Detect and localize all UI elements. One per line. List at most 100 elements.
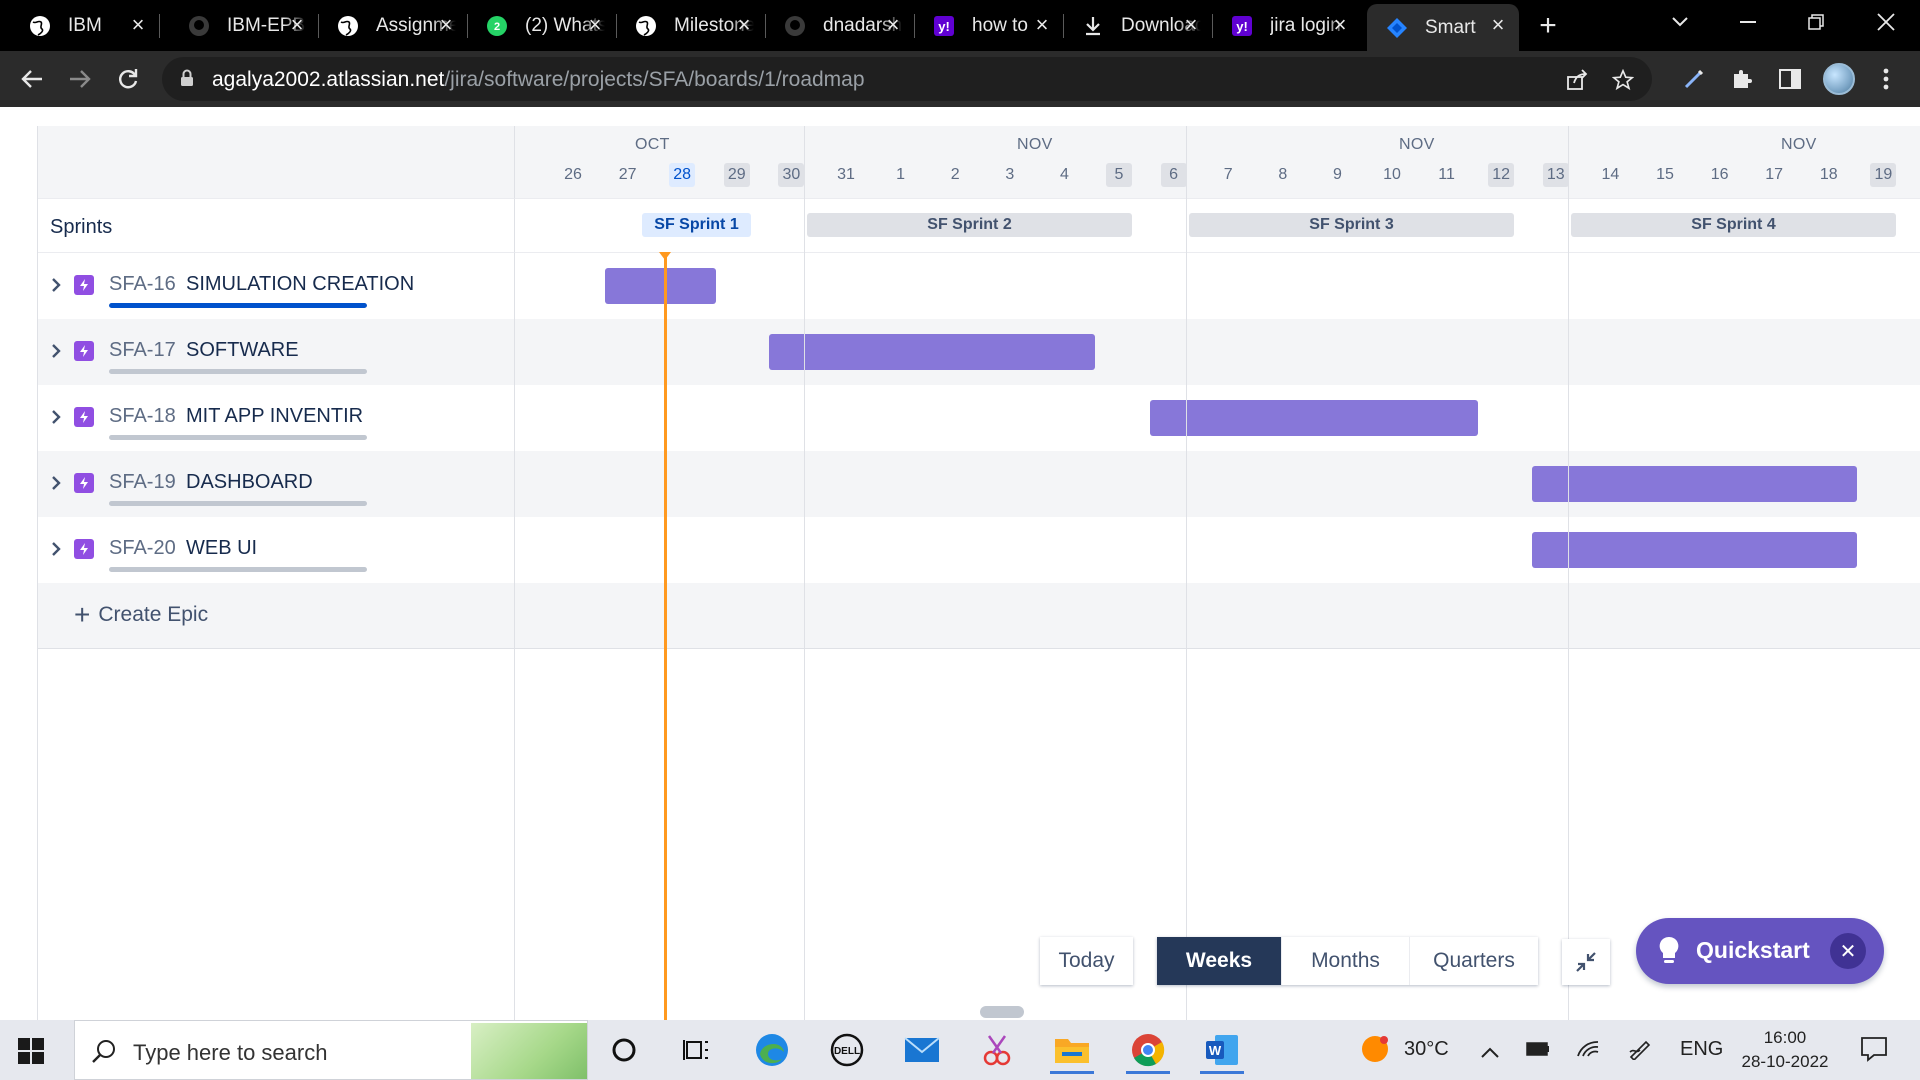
word-icon[interactable]: W <box>1198 1026 1246 1074</box>
close-tab-icon[interactable]: × <box>584 12 606 37</box>
epic-row-label[interactable]: SFA-18 MIT APP INVENTIR <box>38 385 515 451</box>
epic-row-label[interactable]: SFA-19 DASHBOARD <box>38 451 515 517</box>
pen-workspace-icon[interactable] <box>1628 1038 1652 1066</box>
close-tab-icon[interactable]: × <box>1031 12 1053 37</box>
edge-icon[interactable] <box>748 1026 796 1074</box>
minimize-icon[interactable] <box>1718 0 1778 44</box>
close-tab-icon[interactable]: × <box>733 12 755 37</box>
create-epic-button[interactable]: + Create Epic <box>74 601 208 629</box>
day-label: 26 <box>564 166 582 183</box>
epic-row-label[interactable]: SFA-17 SOFTWARE <box>38 319 515 385</box>
cortana-icon[interactable] <box>600 1026 648 1074</box>
taskbar-search-box[interactable]: Type here to search <box>74 1020 588 1080</box>
file-explorer-icon[interactable] <box>1048 1026 1096 1074</box>
epic-name[interactable]: MIT APP INVENTIR <box>186 405 363 428</box>
close-tab-icon[interactable]: × <box>1329 12 1351 37</box>
exit-fullscreen-button[interactable] <box>1562 939 1610 985</box>
chrome-icon[interactable] <box>1124 1026 1172 1074</box>
battery-icon[interactable] <box>1526 1040 1550 1063</box>
close-tab-icon[interactable]: × <box>1487 12 1509 37</box>
epic-row-label[interactable]: SFA-20 WEB UI <box>38 517 515 583</box>
profile-avatar[interactable] <box>1823 63 1855 95</box>
extensions-puzzle-icon[interactable] <box>1726 63 1758 95</box>
epic-row-label[interactable]: SFA-16 SIMULATION CREATION <box>38 253 515 319</box>
tab-search-icon[interactable] <box>1650 0 1710 44</box>
side-panel-icon[interactable] <box>1774 63 1806 95</box>
snipping-tool-icon[interactable] <box>973 1026 1021 1074</box>
clock[interactable]: 16:00 28-10-2022 <box>1730 1026 1840 1074</box>
notification-icon[interactable] <box>1860 1036 1888 1068</box>
restore-icon[interactable] <box>1786 0 1846 44</box>
months-button[interactable]: Months <box>1282 937 1410 985</box>
forward-icon[interactable] <box>64 63 96 95</box>
weather-icon[interactable] <box>1360 1034 1390 1070</box>
sprint-chip[interactable]: SF Sprint 1 <box>642 213 751 237</box>
browser-tab[interactable]: Download × <box>1063 4 1212 48</box>
task-view-icon[interactable] <box>672 1026 720 1074</box>
browser-menu-icon[interactable] <box>1870 63 1902 95</box>
close-tab-icon[interactable]: × <box>127 12 149 37</box>
quarters-button[interactable]: Quarters <box>1410 937 1538 985</box>
epic-name[interactable]: SIMULATION CREATION <box>186 273 414 296</box>
chevron-right-icon[interactable] <box>46 341 66 361</box>
epic-key[interactable]: SFA-18 <box>109 405 176 428</box>
quickstart-close-icon[interactable]: ✕ <box>1830 933 1866 969</box>
weather-temperature[interactable]: 30°C <box>1404 1038 1449 1061</box>
epic-timeline-bar[interactable] <box>769 334 1095 370</box>
dell-icon[interactable]: DELL <box>823 1026 871 1074</box>
epic-timeline-bar[interactable] <box>1150 400 1478 436</box>
day-label: 19 <box>1870 163 1897 187</box>
pen-extension-icon[interactable] <box>1678 63 1710 95</box>
reload-icon[interactable] <box>112 63 144 95</box>
chevron-right-icon[interactable] <box>46 539 66 559</box>
quickstart-button[interactable]: Quickstart ✕ <box>1636 918 1884 984</box>
show-hidden-icons-icon[interactable] <box>1480 1042 1500 1065</box>
sprint-chip[interactable]: SF Sprint 2 <box>807 213 1132 237</box>
browser-tab[interactable]: y! how to × <box>914 4 1063 48</box>
chevron-right-icon[interactable] <box>46 407 66 427</box>
chevron-right-icon[interactable] <box>46 473 66 493</box>
back-icon[interactable] <box>16 63 48 95</box>
bookmark-star-icon[interactable] <box>1610 67 1636 93</box>
windows-start-icon[interactable] <box>18 1038 44 1064</box>
browser-tab[interactable]: Assignment× <box>318 4 467 48</box>
wifi-icon[interactable] <box>1576 1038 1600 1064</box>
epic-key[interactable]: SFA-20 <box>109 537 176 560</box>
horizontal-scrollbar[interactable] <box>980 1006 1024 1018</box>
sprint-chip[interactable]: SF Sprint 3 <box>1189 213 1514 237</box>
epic-timeline-bar[interactable] <box>1532 532 1857 568</box>
epic-key[interactable]: SFA-19 <box>109 471 176 494</box>
language-indicator[interactable]: ENG <box>1680 1038 1723 1061</box>
epic-timeline-bar[interactable] <box>1532 466 1857 502</box>
weeks-button[interactable]: Weeks <box>1157 937 1282 985</box>
browser-tab[interactable]: dnadarsh × <box>765 4 914 48</box>
browser-tab[interactable]: IBM-EPBI × <box>169 4 318 48</box>
epic-key[interactable]: SFA-17 <box>109 339 176 362</box>
close-tab-icon[interactable]: × <box>1180 12 1202 37</box>
browser-tab[interactable]: Smart × <box>1367 4 1519 51</box>
close-window-icon[interactable] <box>1856 0 1916 44</box>
sprint-chip[interactable]: SF Sprint 4 <box>1571 213 1896 237</box>
clock-date: 28-10-2022 <box>1741 1052 1829 1071</box>
chevron-right-icon[interactable] <box>46 275 66 295</box>
epic-name[interactable]: SOFTWARE <box>186 339 299 362</box>
browser-tab[interactable]: 2(2) WhatsApp× <box>467 4 616 48</box>
epic-name[interactable]: DASHBOARD <box>186 471 313 494</box>
create-epic-cell: + Create Epic <box>38 583 515 649</box>
close-tab-icon[interactable]: × <box>435 12 457 37</box>
browser-tab[interactable]: y! jira login × <box>1212 4 1361 48</box>
epic-timeline-bar[interactable] <box>605 268 716 304</box>
mail-icon[interactable] <box>898 1026 946 1074</box>
browser-tab[interactable]: IBM × <box>10 4 159 48</box>
epic-key[interactable]: SFA-16 <box>109 273 176 296</box>
share-icon[interactable] <box>1564 67 1590 93</box>
address-bar[interactable]: agalya2002.atlassian.net/jira/software/p… <box>162 57 1652 101</box>
close-tab-icon[interactable]: × <box>882 12 904 37</box>
new-tab-button[interactable]: + <box>1530 8 1566 44</box>
browser-toolbar: agalya2002.atlassian.net/jira/software/p… <box>0 51 1920 107</box>
epic-name[interactable]: WEB UI <box>186 537 257 560</box>
search-icon <box>91 1038 117 1069</box>
browser-tab[interactable]: Milestone × <box>616 4 765 48</box>
today-button[interactable]: Today <box>1040 937 1133 985</box>
close-tab-icon[interactable]: × <box>286 12 308 37</box>
